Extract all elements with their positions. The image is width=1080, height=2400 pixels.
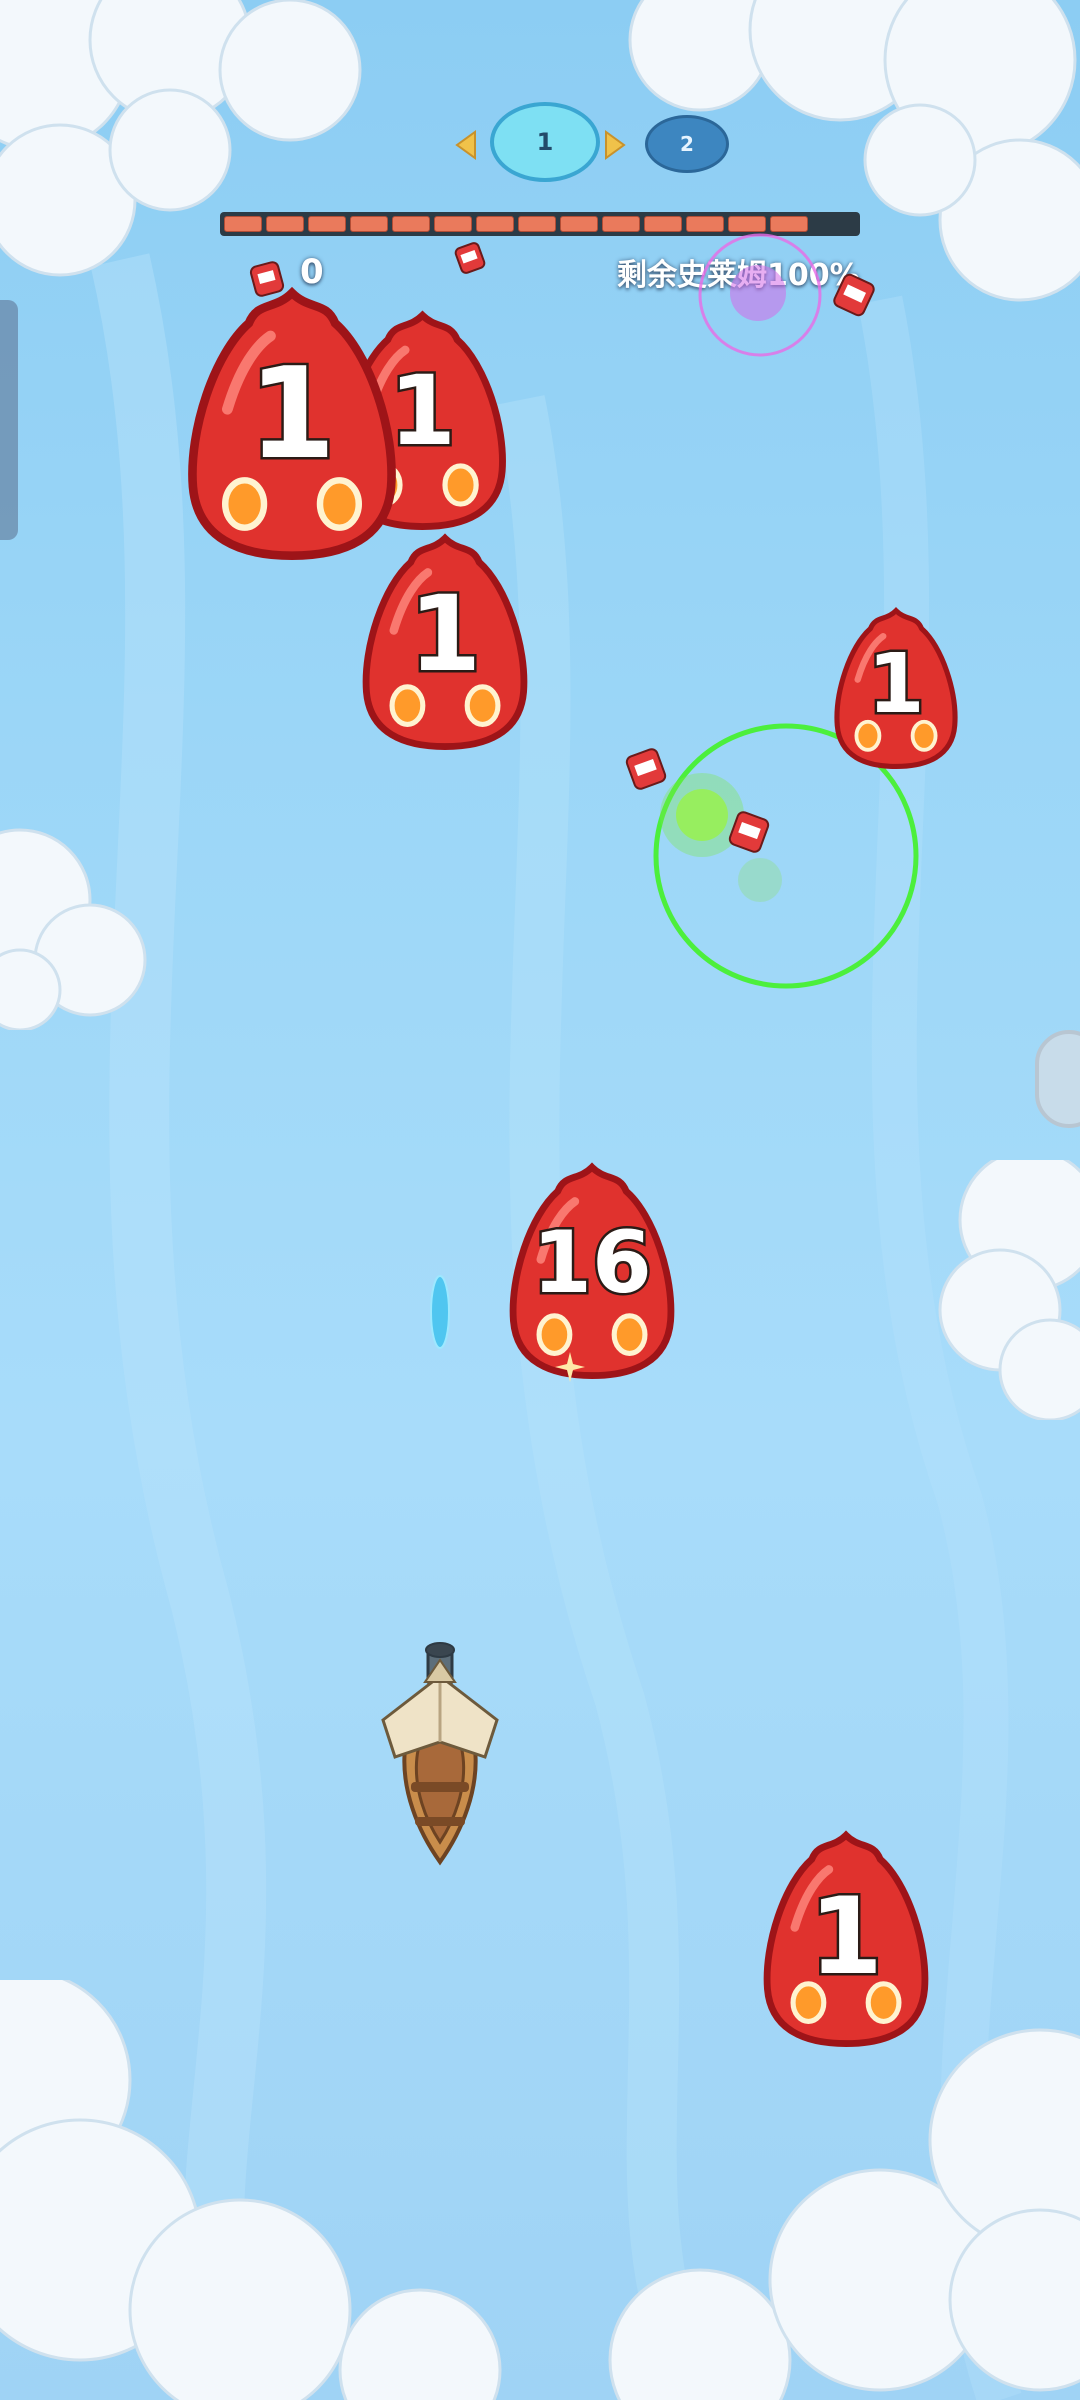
progress-segment <box>434 216 472 232</box>
progress-segment <box>224 216 262 232</box>
potion-icon <box>728 811 770 853</box>
progress-segment <box>602 216 640 232</box>
slime-hp: 1 <box>807 1873 886 2001</box>
slime-hp: 16 <box>530 1211 655 1316</box>
progress-segment <box>308 216 346 232</box>
projectile <box>430 1275 450 1349</box>
progress-segment <box>476 216 514 232</box>
slime-enemy: 1 <box>825 603 967 770</box>
slime-enemy: 1 <box>350 528 540 751</box>
slime-hp: 1 <box>246 338 339 490</box>
progress-segment <box>266 216 304 232</box>
cloud <box>938 1160 1080 1420</box>
slime-hp: 1 <box>406 571 483 698</box>
level-current[interactable]: 1 <box>490 102 600 182</box>
slime-hp: 1 <box>865 635 927 735</box>
slime-enemy: 1 <box>172 280 412 561</box>
level-next[interactable]: 2 <box>645 115 729 173</box>
cloud <box>0 828 147 1030</box>
potion-icon <box>454 242 486 274</box>
slime-enemy: 1 <box>750 1825 942 2048</box>
side-float-button[interactable] <box>1035 1030 1080 1128</box>
prev-level-arrow-icon[interactable] <box>455 130 479 160</box>
game-canvas[interactable]: 1 2 0 剩余史莱姆100% 1 <box>0 0 1080 2400</box>
sparkle <box>555 1352 585 1382</box>
slime-enemy: 16 <box>497 1157 687 1380</box>
progress-segment <box>392 216 430 232</box>
potion-icon <box>625 748 667 790</box>
progress-segment <box>350 216 388 232</box>
next-level-arrow-icon[interactable] <box>602 130 626 160</box>
progress-segment <box>518 216 556 232</box>
cloud <box>0 0 362 277</box>
pink-burst <box>698 233 822 357</box>
progress-segment <box>560 216 598 232</box>
side-panel-handle[interactable] <box>0 300 18 540</box>
boat-player[interactable] <box>375 1642 505 1867</box>
potion-icon <box>833 273 875 317</box>
progress-segment <box>644 216 682 232</box>
